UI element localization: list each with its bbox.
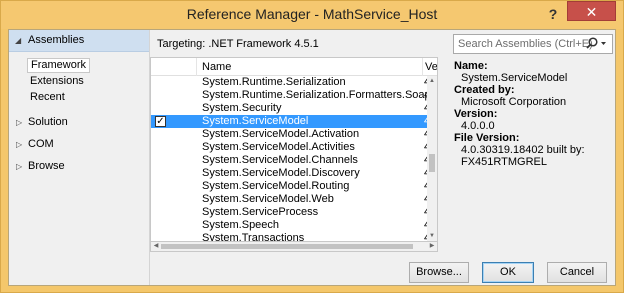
detail-name-label: Name: xyxy=(454,60,488,72)
assembly-name: System.ServiceProcess xyxy=(202,206,319,218)
list-item[interactable]: System.Security4.0 xyxy=(151,102,427,115)
list-rows: System.Runtime.Serialization4.0System.Ru… xyxy=(151,76,427,242)
ok-button[interactable]: OK xyxy=(482,262,534,283)
list-item[interactable]: ✓System.ServiceModel4.0 xyxy=(151,115,427,128)
scrollbar-thumb[interactable] xyxy=(161,244,413,249)
nav-group-label: COM xyxy=(28,138,54,150)
checkbox-checked-icon[interactable]: ✓ xyxy=(155,116,166,127)
list-item[interactable]: System.ServiceModel.Discovery4.0 xyxy=(151,167,427,180)
list-item[interactable]: System.ServiceModel.Routing4.0 xyxy=(151,180,427,193)
nav-group-label: Solution xyxy=(28,116,68,128)
detail-version-label: Version: xyxy=(454,108,498,120)
assembly-name: System.ServiceModel xyxy=(202,115,309,127)
assembly-name: System.ServiceModel.Activities xyxy=(202,141,355,153)
search-input[interactable]: Search Assemblies (Ctrl+E) xyxy=(453,34,613,54)
assembly-name: System.ServiceModel.Web xyxy=(202,193,334,205)
nav-group-assemblies[interactable]: ◢ Assemblies xyxy=(9,30,149,52)
assembly-name: System.Runtime.Serialization xyxy=(202,76,346,88)
assembly-name: System.Speech xyxy=(202,219,280,231)
collapsed-triangle-icon: ▷ xyxy=(16,118,23,127)
column-header-name[interactable]: Name xyxy=(197,58,423,76)
scrollbar-thumb[interactable] xyxy=(429,154,435,172)
column-header-check[interactable] xyxy=(151,58,197,76)
title-bar[interactable]: Reference Manager - MathService_Host ? ✕ xyxy=(1,1,623,29)
assembly-name: System.ServiceModel.Channels xyxy=(202,154,358,166)
assembly-name: System.Runtime.Serialization.Formatters.… xyxy=(202,89,427,101)
search-placeholder: Search Assemblies (Ctrl+E) xyxy=(458,38,593,50)
assembly-list[interactable]: Name Ver System.Runtime.Serialization4.0… xyxy=(150,57,438,242)
browse-button[interactable]: Browse... xyxy=(409,262,469,283)
collapsed-triangle-icon: ▷ xyxy=(16,162,23,171)
detail-created-value: Microsoft Corporation xyxy=(461,96,567,108)
assembly-name: System.ServiceModel.Routing xyxy=(202,180,350,192)
column-header-version-label: Ver xyxy=(425,61,437,73)
list-item[interactable]: System.Runtime.Serialization4.0 xyxy=(151,76,427,89)
assembly-name: System.Security xyxy=(202,102,282,114)
left-navigation: ◢ Assemblies Framework Extensions Recent… xyxy=(9,30,150,285)
column-header-name-label: Name xyxy=(202,61,232,73)
nav-group-com[interactable]: ▷ COM xyxy=(9,136,149,154)
list-item[interactable]: System.Runtime.Serialization.Formatters.… xyxy=(151,89,427,102)
detail-name-value: System.ServiceModel xyxy=(461,72,568,84)
collapsed-triangle-icon: ▷ xyxy=(16,140,23,149)
search-icon[interactable] xyxy=(584,36,608,52)
targeting-label: Targeting: .NET Framework 4.5.1 xyxy=(157,38,319,50)
list-item[interactable]: System.Transactions4.0 xyxy=(151,232,427,242)
scroll-down-icon[interactable]: ▼ xyxy=(428,232,436,240)
detail-created-label: Created by: xyxy=(454,84,515,96)
details-panel: Name: System.ServiceModel Created by: Mi… xyxy=(454,60,614,240)
detail-file-version-build: FX451RTMGREL xyxy=(461,156,547,168)
nav-group-label: Browse xyxy=(28,160,65,172)
scroll-left-icon[interactable]: ◀ xyxy=(152,242,160,251)
detail-file-version-value: 4.0.30319.18402 built by: xyxy=(461,144,585,156)
assembly-name: System.Transactions xyxy=(202,232,305,242)
scroll-right-icon[interactable]: ▶ xyxy=(428,242,436,251)
horizontal-scrollbar[interactable]: ◀ ▶ xyxy=(150,242,438,252)
expanded-triangle-icon: ◢ xyxy=(15,36,22,45)
detail-file-version-label: File Version: xyxy=(454,132,520,144)
nav-group-solution[interactable]: ▷ Solution xyxy=(9,114,149,132)
assembly-name: System.ServiceModel.Discovery xyxy=(202,167,360,179)
nav-item-framework[interactable]: Framework xyxy=(27,58,91,73)
detail-version-value: 4.0.0.0 xyxy=(461,120,495,132)
window-title: Reference Manager - MathService_Host xyxy=(186,6,438,22)
column-header-version[interactable]: Ver xyxy=(423,58,437,76)
reference-manager-window: Reference Manager - MathService_Host ? ✕… xyxy=(0,0,624,293)
list-item[interactable]: System.Speech4.0 xyxy=(151,219,427,232)
nav-item-extensions[interactable]: Extensions xyxy=(27,74,87,89)
list-item[interactable]: System.ServiceModel.Channels4.0 xyxy=(151,154,427,167)
cancel-button[interactable]: Cancel xyxy=(547,262,607,283)
list-item[interactable]: System.ServiceModel.Activation4.0 xyxy=(151,128,427,141)
vertical-scrollbar[interactable]: ▲ ▼ xyxy=(427,76,437,241)
list-header: Name Ver xyxy=(151,58,437,76)
dialog-client-area: ◢ Assemblies Framework Extensions Recent… xyxy=(8,29,616,286)
assembly-name: System.ServiceModel.Activation xyxy=(202,128,360,140)
nav-group-label: Assemblies xyxy=(28,34,85,46)
list-item[interactable]: System.ServiceModel.Activities4.0 xyxy=(151,141,427,154)
help-button[interactable]: ? xyxy=(544,6,562,22)
list-item[interactable]: System.ServiceModel.Web4.0 xyxy=(151,193,427,206)
nav-item-recent[interactable]: Recent xyxy=(27,90,68,105)
list-item[interactable]: System.ServiceProcess4.0 xyxy=(151,206,427,219)
nav-group-browse[interactable]: ▷ Browse xyxy=(9,158,149,176)
scroll-up-icon[interactable]: ▲ xyxy=(428,77,436,85)
close-button[interactable]: ✕ xyxy=(567,1,616,21)
